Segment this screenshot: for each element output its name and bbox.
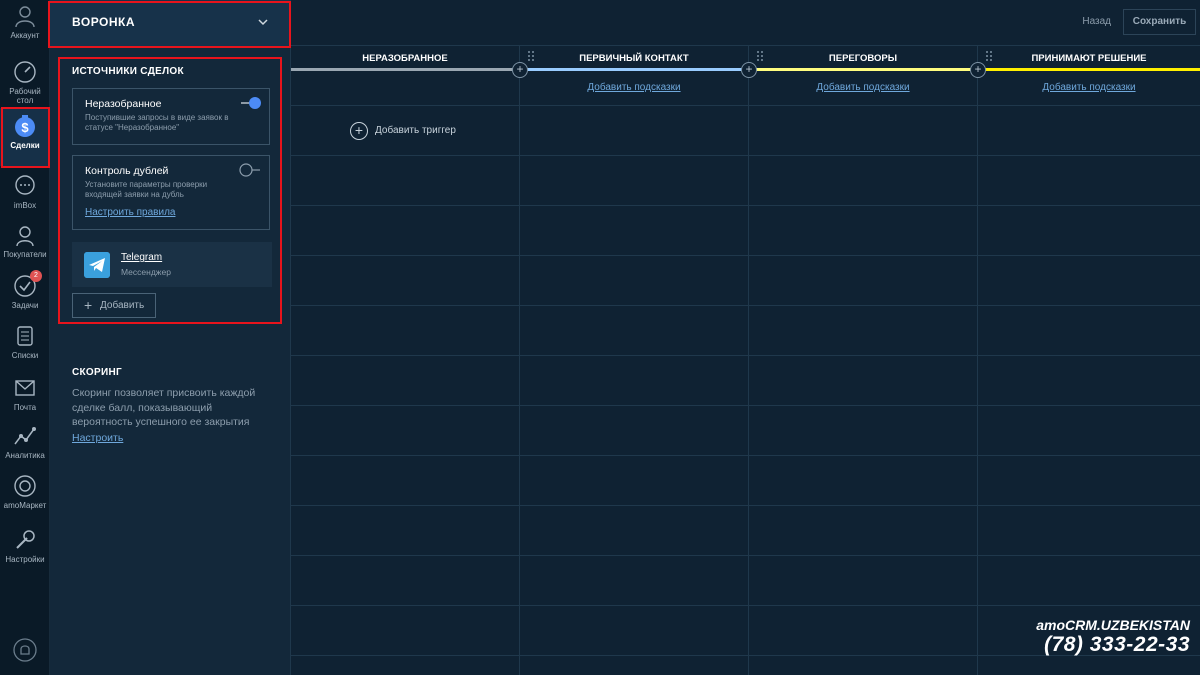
nav-item-lists[interactable]: Списки — [0, 324, 50, 360]
scoring-section-title: СКОРИНГ — [72, 367, 122, 378]
nav-item-label: imBox — [13, 201, 37, 210]
nav-item-label: Почта — [13, 403, 37, 412]
notifications-bell-icon[interactable] — [13, 637, 37, 663]
svg-text:$: $ — [21, 120, 29, 135]
telegram-type: Мессенджер — [121, 267, 171, 277]
settings-icon — [16, 530, 35, 549]
column-title: НЕРАЗОБРАННОЕ — [362, 53, 448, 64]
add-source-label: Добавить — [100, 300, 145, 311]
column-color-bar — [749, 68, 977, 71]
watermark-brand: amoCRM.UZBEKISTAN — [1036, 617, 1190, 633]
unsorted-desc: Поступившие запросы в виде заявок в стат… — [85, 113, 229, 132]
duplicates-title: Контроль дублей — [85, 165, 169, 177]
grid-line — [291, 555, 1200, 556]
add-stage-button[interactable]: + — [741, 62, 757, 78]
nav-account[interactable]: Аккаунт — [0, 4, 50, 40]
add-hints-link[interactable]: Добавить подсказки — [587, 82, 680, 93]
pipeline-settings-panel: ВОРОНКА ИСТОЧНИКИ СДЕЛОК Неразобранное П… — [50, 0, 291, 675]
grid-line — [291, 105, 1200, 106]
watermark-phone: (78) 333-22-33 — [1044, 633, 1190, 656]
configure-rules-link[interactable]: Настроить правила — [85, 207, 175, 218]
grid-line — [291, 205, 1200, 206]
grid-line — [291, 405, 1200, 406]
add-stage-button[interactable]: + — [512, 62, 528, 78]
nav-item-imbox[interactable]: imBox — [0, 174, 50, 210]
scoring-desc: Скоринг позволяет присвоить каждой сделк… — [72, 387, 256, 428]
nav-item-label: Аналитика — [5, 451, 45, 460]
column-title: ПРИНИМАЮТ РЕШЕНИЕ — [1031, 53, 1147, 64]
grid-line — [291, 605, 1200, 606]
mail-icon — [15, 380, 35, 396]
grid-line — [291, 255, 1200, 256]
column-color-bar — [291, 68, 519, 71]
add-hints-link[interactable]: Добавить подсказки — [1042, 82, 1135, 93]
nav-item-label: Сделки — [10, 141, 40, 150]
pipeline-selector[interactable]: ВОРОНКА — [50, 0, 291, 46]
duplicates-desc: Установите параметры проверки входящей з… — [85, 180, 208, 199]
nav-item-customers[interactable]: Покупатели — [0, 223, 50, 259]
duplicates-toggle[interactable] — [239, 163, 261, 177]
column-negotiations: ПЕРЕГОВОРЫ Добавить подсказки — [749, 46, 978, 675]
add-source-button[interactable]: + Добавить — [72, 293, 156, 318]
lists-icon — [17, 326, 33, 346]
telegram-name[interactable]: Telegram — [121, 252, 162, 263]
customers-icon — [16, 226, 34, 247]
main-nav: Аккаунт Рабочий стол $ Сделки imBox Поку… — [0, 0, 50, 675]
account-avatar-icon — [15, 6, 35, 28]
add-trigger-label: Добавить триггер — [375, 125, 456, 136]
deals-icon: $ — [15, 115, 35, 137]
column-title: ПЕРВИЧНЫЙ КОНТАКТ — [579, 53, 689, 64]
tasks-badge: 2 — [30, 270, 42, 282]
analytics-icon — [14, 427, 36, 445]
nav-item-label: Рабочий стол — [9, 87, 41, 105]
column-title: ПЕРЕГОВОРЫ — [828, 53, 898, 64]
column-decision: ПРИНИМАЮТ РЕШЕНИЕ Добавить подсказки — [978, 46, 1200, 675]
nav-item-label: Задачи — [11, 301, 39, 310]
add-stage-button[interactable]: + — [970, 62, 986, 78]
pipeline-board: НЕРАЗОБРАННОЕ ПЕРВИЧНЫЙ КОНТАКТ Добавить… — [291, 46, 1200, 675]
column-unsorted: НЕРАЗОБРАННОЕ — [291, 46, 520, 675]
plus-icon: + — [84, 297, 93, 313]
nav-item-label: Списки — [11, 351, 39, 360]
nav-item-mail[interactable]: Почта — [0, 376, 50, 412]
chat-icon — [15, 175, 35, 195]
sources-section-title: ИСТОЧНИКИ СДЕЛОК — [72, 66, 184, 77]
telegram-icon — [84, 252, 110, 278]
nav-item-settings[interactable]: Настройки — [0, 528, 50, 564]
unsorted-toggle[interactable] — [241, 96, 263, 110]
add-hints-link[interactable]: Добавить подсказки — [816, 82, 909, 93]
nav-item-analytics[interactable]: Аналитика — [0, 424, 50, 460]
duplicates-card: Контроль дублей Установите параметры про… — [72, 155, 270, 230]
nav-item-label: amoМаркет — [3, 501, 47, 510]
column-color-bar — [978, 68, 1200, 71]
grid-line — [291, 305, 1200, 306]
nav-item-deals[interactable]: $ Сделки — [0, 108, 50, 166]
nav-item-dashboard[interactable]: Рабочий стол — [0, 60, 50, 105]
back-link[interactable]: Назад — [1082, 16, 1111, 27]
grid-line — [291, 155, 1200, 156]
grid-line — [291, 505, 1200, 506]
nav-item-tasks[interactable]: 2 Задачи — [0, 270, 50, 310]
telegram-source[interactable]: Telegram Мессенджер — [72, 242, 272, 287]
grid-line — [291, 455, 1200, 456]
unsorted-card: Неразобранное Поступившие запросы в виде… — [72, 88, 270, 145]
dashboard-icon — [14, 61, 36, 83]
plus-circle-icon: + — [350, 122, 368, 140]
panel-title: ВОРОНКА — [72, 15, 136, 29]
nav-account-label: Аккаунт — [10, 31, 40, 40]
nav-item-label: Покупатели — [3, 250, 47, 259]
nav-item-label: Настройки — [5, 555, 45, 564]
column-color-bar — [520, 68, 748, 71]
save-button[interactable]: Сохранить — [1123, 9, 1196, 35]
chevron-down-icon[interactable] — [257, 16, 269, 28]
nav-item-market[interactable]: amoМаркет — [0, 474, 50, 510]
brand-watermark: amoCRM.UZBEKISTAN (78) 333-22-33 — [1036, 617, 1190, 657]
top-bar: Назад Сохранить — [291, 0, 1200, 46]
grid-line — [291, 355, 1200, 356]
market-icon — [14, 475, 36, 497]
scoring-configure-link[interactable]: Настроить — [72, 432, 123, 444]
unsorted-title: Неразобранное — [85, 98, 162, 110]
column-first-contact: ПЕРВИЧНЫЙ КОНТАКТ Добавить подсказки — [520, 46, 749, 675]
